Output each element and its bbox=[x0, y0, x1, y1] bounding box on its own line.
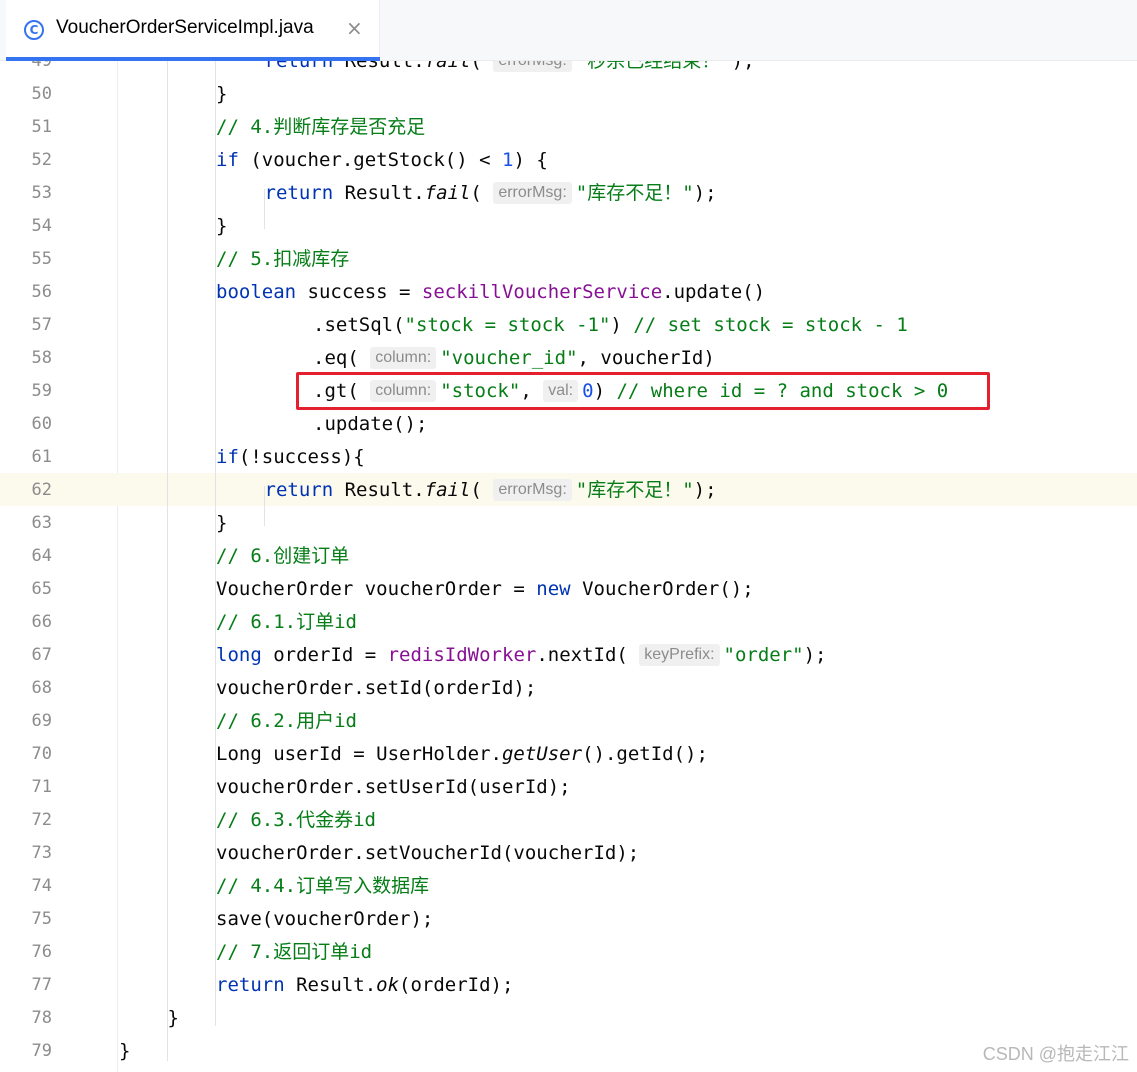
code-line[interactable]: Long userId = UserHolder.getUser().getId… bbox=[216, 740, 708, 768]
line-number: 79 bbox=[31, 1041, 52, 1061]
line-number: 55 bbox=[31, 249, 52, 269]
line-number: 49 bbox=[31, 61, 52, 71]
code-line[interactable]: return Result.fail( errorMsg:"秒杀已经结束！"); bbox=[265, 61, 755, 75]
line-number: 66 bbox=[31, 612, 52, 632]
code-line[interactable]: // 5.扣减库存 bbox=[216, 245, 349, 273]
code-line[interactable]: .setSql("stock = stock -1") // set stock… bbox=[313, 311, 908, 339]
code-line[interactable]: } bbox=[216, 509, 227, 537]
code-line[interactable]: voucherOrder.setVoucherId(voucherId); bbox=[216, 839, 639, 867]
code-line[interactable]: save(voucherOrder); bbox=[216, 905, 433, 933]
code-line[interactable]: // 4.判断库存是否充足 bbox=[216, 113, 425, 141]
code-line[interactable]: // 6.创建订单 bbox=[216, 542, 349, 570]
code-line[interactable]: } bbox=[168, 1004, 179, 1032]
line-number: 74 bbox=[31, 876, 52, 896]
line-number: 60 bbox=[31, 414, 52, 434]
code-line[interactable]: .update(); bbox=[313, 410, 427, 438]
highlight-annotation-box bbox=[296, 372, 990, 410]
indent-guide bbox=[215, 61, 216, 1026]
code-line[interactable]: // 6.2.用户id bbox=[216, 707, 357, 735]
line-number: 53 bbox=[31, 183, 52, 203]
line-number: 77 bbox=[31, 975, 52, 995]
line-number: 75 bbox=[31, 909, 52, 929]
code-line[interactable]: voucherOrder.setUserId(userId); bbox=[216, 773, 571, 801]
line-number: 50 bbox=[31, 84, 52, 104]
code-line[interactable]: .eq( column: "voucher_id", voucherId) bbox=[313, 344, 715, 372]
line-number: 63 bbox=[31, 513, 52, 533]
class-icon: C bbox=[24, 20, 44, 40]
line-number: 58 bbox=[31, 348, 52, 368]
code-line[interactable]: VoucherOrder voucherOrder = new VoucherO… bbox=[216, 575, 754, 603]
line-number: 76 bbox=[31, 942, 52, 962]
code-line[interactable]: // 6.3.代金券id bbox=[216, 806, 376, 834]
line-number: 59 bbox=[31, 381, 52, 401]
indent-guide bbox=[264, 486, 265, 526]
code-line[interactable]: // 6.1.订单id bbox=[216, 608, 357, 636]
code-line[interactable]: if (voucher.getStock() < 1) { bbox=[216, 146, 548, 174]
tab-title: VoucherOrderServiceImpl.java bbox=[56, 17, 314, 38]
line-number: 73 bbox=[31, 843, 52, 863]
code-line[interactable]: } bbox=[119, 1037, 130, 1065]
code-line[interactable]: return Result.fail( errorMsg: "库存不足！"); bbox=[265, 179, 717, 207]
watermark: CSDN @抱走江江 bbox=[982, 1044, 1129, 1064]
code-line[interactable]: voucherOrder.setId(orderId); bbox=[216, 674, 536, 702]
code-line[interactable]: return Result.fail( errorMsg: "库存不足！"); bbox=[265, 476, 717, 504]
code-line[interactable]: if(!success){ bbox=[216, 443, 365, 471]
line-number: 78 bbox=[31, 1008, 52, 1028]
line-number: 51 bbox=[31, 117, 52, 137]
code-editor[interactable]: 49 return Result.fail( errorMsg:"秒杀已经结束！"… bbox=[0, 61, 1137, 1072]
code-line[interactable]: } bbox=[216, 212, 227, 240]
line-number: 67 bbox=[31, 645, 52, 665]
code-line[interactable]: return Result.ok(orderId); bbox=[216, 971, 513, 999]
line-number: 71 bbox=[31, 777, 52, 797]
indent-guide bbox=[264, 189, 265, 229]
line-number: 57 bbox=[31, 315, 52, 335]
line-number: 70 bbox=[31, 744, 52, 764]
line-number: 56 bbox=[31, 282, 52, 302]
editor-tab-bar: C VoucherOrderServiceImpl.java × bbox=[0, 0, 1137, 61]
line-number: 64 bbox=[31, 546, 52, 566]
line-number: 52 bbox=[31, 150, 52, 170]
line-number: 65 bbox=[31, 579, 52, 599]
indent-guide bbox=[167, 61, 168, 1061]
code-line[interactable]: long orderId = redisIdWorker.nextId( key… bbox=[216, 641, 827, 669]
code-line[interactable]: // 4.4.订单写入数据库 bbox=[216, 872, 429, 900]
line-number: 61 bbox=[31, 447, 52, 467]
line-number: 54 bbox=[31, 216, 52, 236]
line-number: 68 bbox=[31, 678, 52, 698]
close-icon[interactable]: × bbox=[346, 16, 363, 40]
line-number: 62 bbox=[31, 480, 52, 500]
code-line[interactable]: } bbox=[216, 80, 227, 108]
line-number: 69 bbox=[31, 711, 52, 731]
code-line[interactable]: boolean success = seckillVoucherService.… bbox=[216, 278, 765, 306]
line-number: 72 bbox=[31, 810, 52, 830]
editor-tab[interactable]: C VoucherOrderServiceImpl.java × bbox=[6, 0, 380, 61]
code-line[interactable]: // 7.返回订单id bbox=[216, 938, 372, 966]
